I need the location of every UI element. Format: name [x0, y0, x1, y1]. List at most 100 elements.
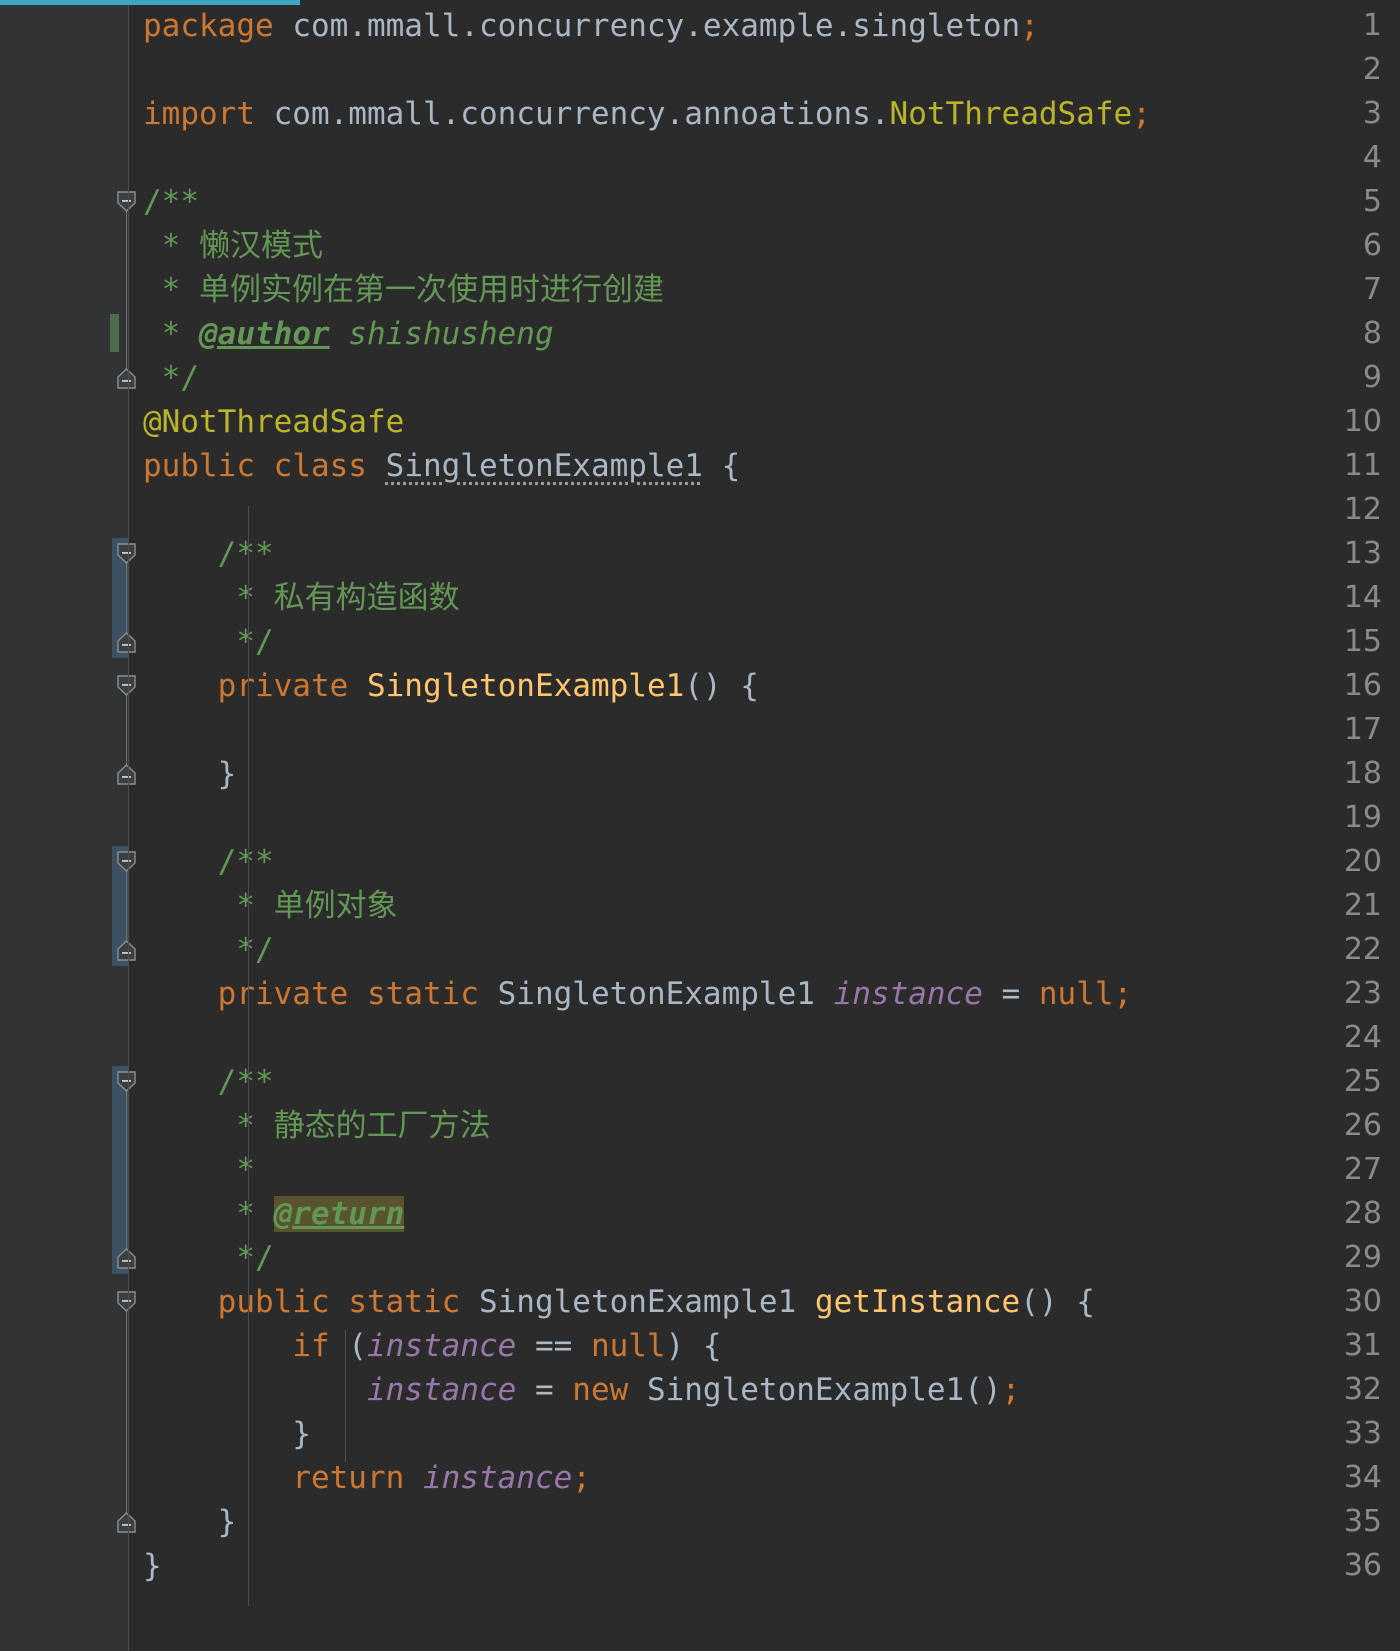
code-line[interactable]: public static SingletonExample1 getInsta… [129, 1280, 1400, 1324]
line-number: 28 [1343, 1196, 1382, 1231]
code-token: null [1038, 976, 1114, 1012]
code-line[interactable] [129, 48, 1400, 92]
code-line-text: private SingletonExample1() { [129, 664, 759, 708]
code-token: shishusheng [329, 316, 554, 352]
code-line-text: import com.mmall.concurrency.annoations.… [129, 92, 1151, 136]
editor-top-progress-strip [0, 0, 300, 5]
fold-end-icon[interactable] [117, 1247, 136, 1269]
code-line[interactable]: */ [129, 620, 1400, 664]
code-line[interactable]: } [129, 1412, 1400, 1456]
fold-minus-icon[interactable] [117, 675, 136, 697]
code-line-text: } [129, 1500, 237, 1544]
code-line[interactable]: @NotThreadSafe [129, 400, 1400, 444]
code-line[interactable] [129, 1016, 1400, 1060]
code-token: * [143, 1152, 255, 1188]
code-line[interactable]: * 静态的工厂方法 [129, 1104, 1400, 1148]
code-line[interactable]: */ [129, 1236, 1400, 1280]
code-line[interactable]: import com.mmall.concurrency.annoations.… [129, 92, 1400, 136]
fold-end-icon[interactable] [117, 631, 136, 653]
code-token: NotThreadSafe [889, 96, 1133, 132]
code-line[interactable]: private static SingletonExample1 instanc… [129, 972, 1400, 1016]
code-content-area[interactable]: package com.mmall.concurrency.example.si… [129, 0, 1400, 1651]
code-line[interactable]: * 单例实例在第一次使用时进行创建 [129, 268, 1400, 312]
javadoc-return-tag: @return [273, 1196, 405, 1232]
code-line[interactable]: * [129, 1148, 1400, 1192]
code-line-text: } [129, 752, 237, 796]
code-line-text: if (instance == null) { [129, 1324, 721, 1368]
code-token: instance [833, 976, 983, 1012]
code-line[interactable]: /** [129, 1060, 1400, 1104]
code-line[interactable]: instance = new SingletonExample1(); [129, 1368, 1400, 1412]
code-token: private [217, 976, 349, 1012]
code-token: () { [684, 668, 759, 704]
code-token: /** [143, 184, 199, 220]
code-editor[interactable]: 1 2 3 4 5 6 7 8 9 10 11 12 13 14 15 16 17 18 19 20 21 22 23 24 2… [0, 0, 1400, 1651]
code-token: * 懒汉模式 [143, 228, 323, 264]
code-token: SingletonExample1 [460, 1284, 815, 1320]
code-line[interactable]: if (instance == null) { [129, 1324, 1400, 1368]
line-number: 11 [1343, 448, 1382, 483]
fold-end-icon[interactable] [117, 763, 136, 785]
code-line-text: package com.mmall.concurrency.example.si… [129, 4, 1039, 48]
line-number: 30 [1343, 1284, 1382, 1319]
code-line[interactable] [129, 488, 1400, 532]
code-line[interactable]: private SingletonExample1() { [129, 664, 1400, 708]
line-number: 15 [1343, 624, 1382, 659]
code-line-text: * @author shishusheng [129, 312, 554, 356]
fold-end-icon[interactable] [117, 1511, 136, 1533]
code-token: SingletonExample1() [628, 1372, 1002, 1408]
fold-minus-icon[interactable] [117, 543, 136, 565]
code-token: package [143, 8, 274, 44]
code-line[interactable]: */ [129, 356, 1400, 400]
code-line[interactable] [129, 136, 1400, 180]
code-token: * [143, 316, 199, 352]
line-number: 8 [1362, 316, 1382, 351]
code-line[interactable]: * 懒汉模式 [129, 224, 1400, 268]
code-line[interactable]: public class SingletonExample1 { [129, 444, 1400, 488]
code-token: instance [366, 1372, 517, 1408]
line-number: 20 [1343, 844, 1382, 879]
code-line[interactable]: * @author shishusheng [129, 312, 1400, 356]
code-line-text: instance = new SingletonExample1(); [129, 1368, 1020, 1412]
fold-minus-icon[interactable] [117, 191, 136, 213]
code-line-text: return instance; [129, 1456, 591, 1500]
code-line-text: */ [129, 928, 273, 972]
line-number: 24 [1343, 1020, 1382, 1055]
code-line-text: * 单例对象 [129, 884, 397, 928]
code-line[interactable]: } [129, 1544, 1400, 1588]
code-line-text: @NotThreadSafe [129, 400, 404, 444]
code-line[interactable]: } [129, 1500, 1400, 1544]
fold-end-icon[interactable] [117, 367, 136, 389]
code-line[interactable]: */ [129, 928, 1400, 972]
code-line-text: * [129, 1148, 255, 1192]
line-number: 6 [1362, 228, 1382, 263]
code-line[interactable]: /** [129, 840, 1400, 884]
fold-minus-icon[interactable] [117, 1291, 136, 1313]
fold-connector-line [126, 1306, 127, 1520]
code-line-text: * 静态的工厂方法 [129, 1104, 490, 1148]
fold-minus-icon[interactable] [117, 1071, 136, 1093]
code-token: * [143, 1196, 274, 1232]
code-line[interactable]: * 私有构造函数 [129, 576, 1400, 620]
code-line-text: */ [129, 1236, 273, 1280]
code-line[interactable]: } [129, 752, 1400, 796]
code-line[interactable]: package com.mmall.concurrency.example.si… [129, 4, 1400, 48]
fold-end-icon[interactable] [117, 939, 136, 961]
code-line[interactable]: /** [129, 180, 1400, 224]
code-line[interactable]: /** [129, 532, 1400, 576]
code-line[interactable]: return instance; [129, 1456, 1400, 1500]
line-number: 18 [1343, 756, 1382, 791]
code-line[interactable]: * 单例对象 [129, 884, 1400, 928]
code-folding-strip[interactable] [108, 0, 128, 1651]
code-line[interactable] [129, 796, 1400, 840]
fold-minus-icon[interactable] [117, 851, 136, 873]
code-line-text: * @return [129, 1192, 405, 1236]
code-line[interactable] [129, 708, 1400, 752]
code-line[interactable]: * @return [129, 1192, 1400, 1236]
